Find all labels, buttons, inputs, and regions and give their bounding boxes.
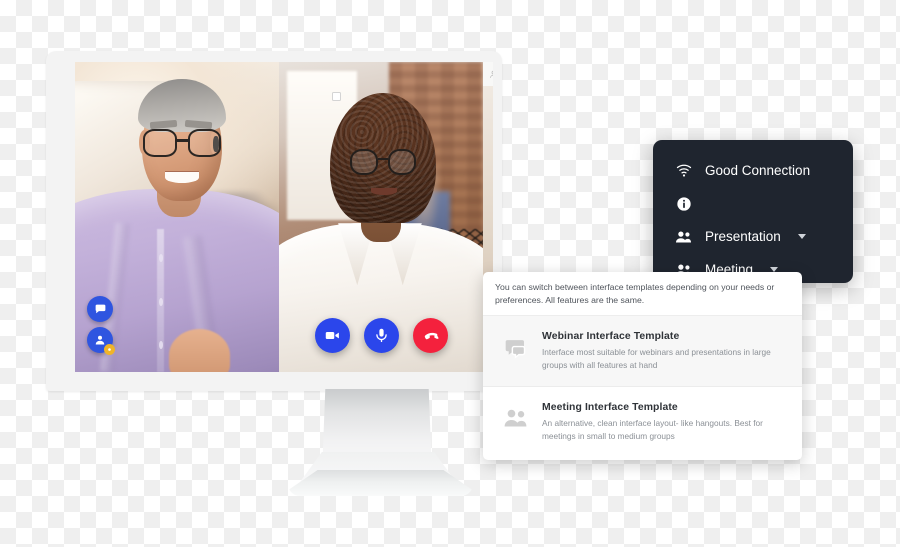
connection-menu-panel: Good Connection Presentation Meeting [653, 140, 853, 283]
tile-1-eyeglasses [142, 128, 222, 157]
template-option-text: Meeting Interface Template An alternativ… [542, 402, 784, 442]
tile-2-eyeglasses [350, 148, 416, 176]
chat-button[interactable] [87, 296, 113, 322]
participants-button[interactable] [87, 327, 115, 355]
template-title: Meeting Interface Template [542, 402, 678, 414]
menu-item-presentation[interactable]: Presentation [675, 220, 853, 253]
chat-bubble-icon [95, 304, 105, 313]
menu-item-connection[interactable]: Good Connection [675, 154, 853, 187]
tile-1-lens [143, 128, 177, 157]
monitor-base [288, 470, 473, 496]
video-camera-icon [325, 331, 339, 340]
people-icon [675, 230, 692, 244]
participants-badge [104, 344, 115, 355]
microphone-icon [376, 328, 387, 343]
video-tile-participant-1[interactable] [75, 62, 279, 372]
template-description: An alternative, clean interface layout- … [542, 418, 763, 441]
monitor-illustration: https:// REC Start [0, 0, 900, 547]
template-title: Webinar Interface Template [542, 331, 680, 343]
person-icon[interactable] [489, 70, 493, 79]
tile-2-lens [350, 148, 379, 176]
menu-item-presentation-label: Presentation [705, 229, 781, 244]
tile-1-shirt-button [159, 297, 164, 306]
chevron-down-icon[interactable] [797, 234, 806, 239]
end-call-button[interactable] [413, 318, 448, 353]
tile-2-smile [370, 187, 398, 195]
resize-handle[interactable] [332, 92, 341, 101]
toggle-camera-button[interactable] [315, 318, 350, 353]
app-toolbar: https:// REC Start [483, 62, 493, 86]
tile-2-lens [387, 148, 416, 176]
tile-2-glasses-bridge [378, 158, 388, 161]
person-icon [95, 335, 105, 345]
tile-1-glasses-bridge [176, 139, 188, 142]
menu-item-connection-label: Good Connection [705, 163, 811, 178]
tile-1-lens [187, 128, 222, 157]
people-icon [500, 402, 530, 428]
interface-template-popover: You can switch between interface templat… [483, 272, 802, 460]
chat-bubbles-icon [500, 331, 530, 359]
video-conference-screen: https:// REC Start [75, 62, 493, 372]
popover-note: You can switch between interface templat… [483, 272, 802, 317]
template-option-meeting[interactable]: Meeting Interface Template An alternativ… [483, 386, 802, 457]
call-controls-bar [315, 318, 448, 353]
info-icon [675, 196, 692, 212]
phone-hangup-icon [424, 332, 439, 339]
gear-icon [108, 348, 111, 351]
template-option-webinar[interactable]: Webinar Interface Template Interface mos… [483, 316, 802, 387]
template-option-text: Webinar Interface Template Interface mos… [542, 331, 784, 371]
toggle-microphone-button[interactable] [364, 318, 399, 353]
menu-item-info[interactable] [675, 187, 853, 220]
wifi-icon [675, 164, 692, 177]
template-description: Interface most suitable for webinars and… [542, 347, 771, 370]
